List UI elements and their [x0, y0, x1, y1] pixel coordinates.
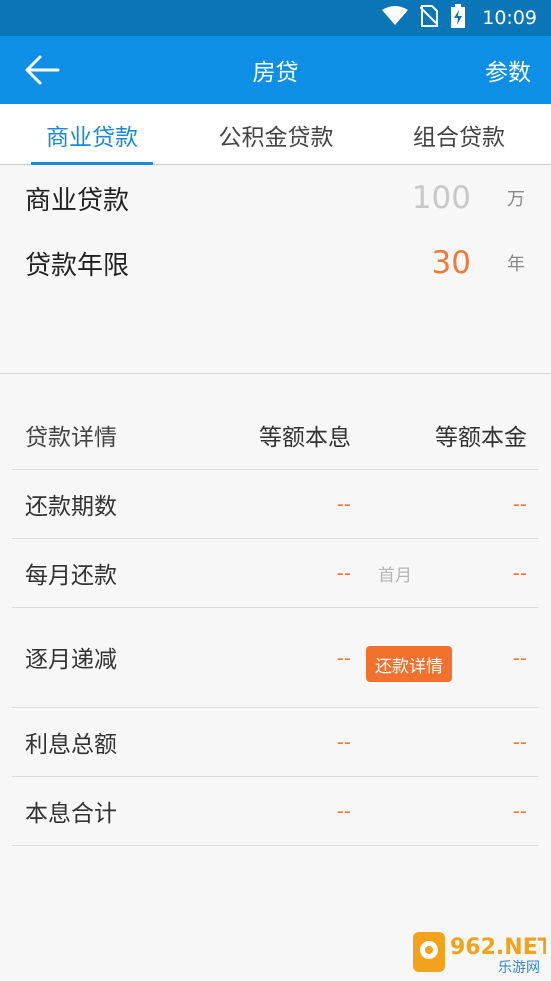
- table-row: 利息总额 -- --: [12, 708, 539, 777]
- status-time: 10:09: [482, 7, 537, 29]
- row-label: 还款期数: [25, 494, 117, 520]
- row-value-col1: --: [336, 561, 351, 585]
- tab-bar: 商业贷款 公积金贷款 组合贷款: [0, 104, 551, 165]
- params-button[interactable]: 参数: [485, 36, 531, 104]
- details-header-label: 贷款详情: [25, 425, 117, 451]
- row-value-col1: --: [336, 730, 351, 754]
- tab-indicator: [31, 162, 153, 165]
- tab-combined-loan[interactable]: 组合贷款: [396, 104, 522, 165]
- repayment-details-button[interactable]: 还款详情: [366, 646, 452, 682]
- section-divider: [0, 373, 551, 374]
- watermark-text: 962.NET: [450, 935, 546, 960]
- tab-provident-fund-loan[interactable]: 公积金贷款: [196, 104, 356, 165]
- loan-amount-label: 商业贷款: [25, 185, 130, 216]
- row-label: 本息合计: [25, 801, 117, 827]
- table-row: 每月还款 -- 首月 --: [12, 539, 539, 608]
- row-value-col1: --: [336, 799, 351, 823]
- details-header: 贷款详情 等额本息 等额本金: [12, 401, 539, 470]
- loan-years-label: 贷款年限: [25, 250, 130, 281]
- row-value-col1: --: [336, 492, 351, 516]
- row-label: 逐月递减: [25, 647, 117, 673]
- no-sim-icon: [419, 5, 439, 31]
- col-equal-principal: 等额本金: [435, 425, 527, 451]
- table-row: 还款期数 -- --: [12, 470, 539, 539]
- loan-amount-input[interactable]: 100: [412, 166, 471, 230]
- col-equal-installment: 等额本息: [259, 425, 351, 451]
- row-label: 利息总额: [25, 732, 117, 758]
- loan-years-unit: 年: [507, 254, 525, 275]
- loan-amount-row: 商业贷款 100 万: [0, 166, 551, 230]
- loan-amount-unit: 万: [507, 189, 525, 210]
- table-row: 逐月递减 -- 还款详情 --: [12, 608, 539, 708]
- app-bar: 房贷 参数: [0, 36, 551, 104]
- first-month-note: 首月: [378, 565, 412, 586]
- status-bar: 10:09: [0, 0, 551, 36]
- tab-commercial-loan[interactable]: 商业贷款: [31, 104, 153, 165]
- battery-charging-icon: [450, 4, 466, 32]
- watermark-logo: 962.NET 乐游网: [412, 930, 551, 976]
- table-row: 本息合计 -- --: [12, 777, 539, 846]
- page-title: 房贷: [252, 60, 299, 86]
- row-value-col2: --: [512, 492, 527, 516]
- wifi-icon: [382, 6, 409, 30]
- row-label: 每月还款: [25, 563, 117, 589]
- row-value-col2: --: [512, 730, 527, 754]
- loan-years-row: 贷款年限 30 年: [0, 231, 551, 295]
- row-value-col2: --: [512, 799, 527, 823]
- row-value-col2: --: [512, 645, 527, 670]
- row-value-col1: --: [336, 645, 351, 670]
- row-value-col2: --: [512, 561, 527, 585]
- loan-years-input[interactable]: 30: [432, 231, 471, 295]
- watermark-subtext: 乐游网: [498, 960, 540, 976]
